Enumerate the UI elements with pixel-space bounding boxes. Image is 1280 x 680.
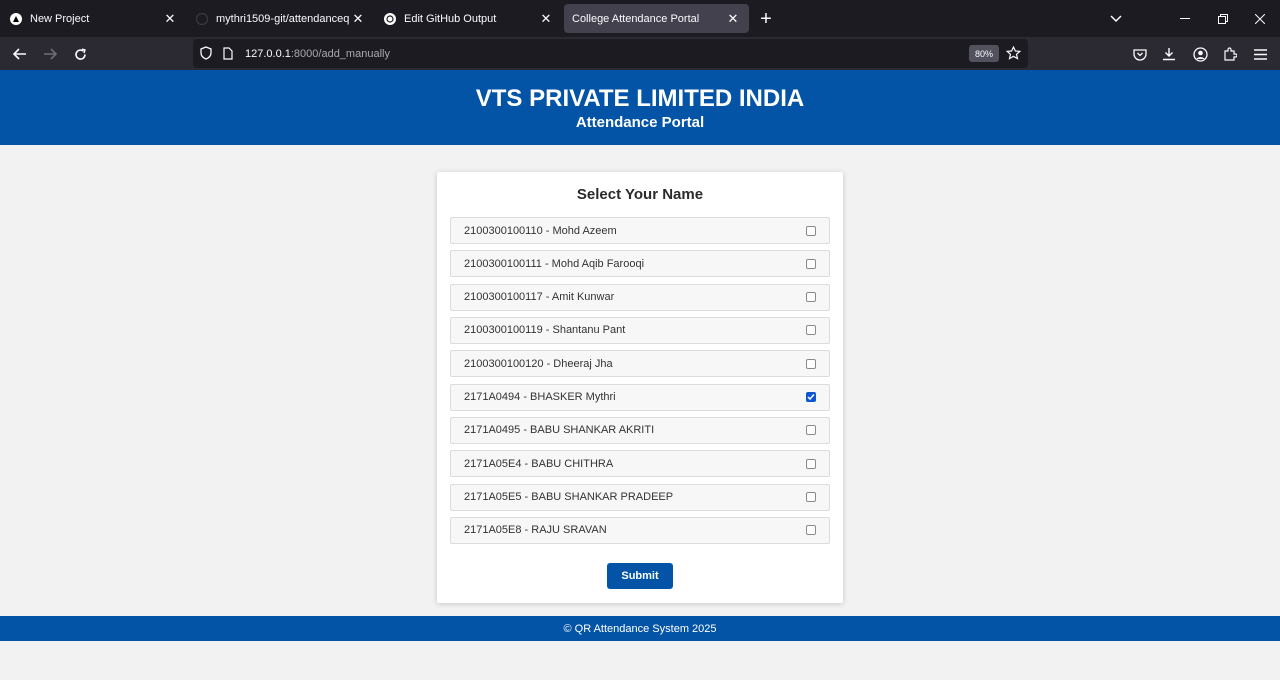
tab-title: New Project (30, 12, 90, 25)
student-list: 2100300100110 - Mohd Azeem 2100300100111… (450, 217, 830, 550)
attendance-form-card: Select Your Name 2100300100110 - Mohd Az… (437, 172, 843, 603)
site-footer: © QR Attendance System 2025 (0, 616, 1280, 641)
shield-icon[interactable] (200, 46, 212, 65)
close-icon[interactable]: ✕ (162, 11, 178, 27)
downloads-icon[interactable] (1155, 40, 1183, 68)
triangle-icon (10, 12, 22, 25)
student-row[interactable]: 2100300100111 - Mohd Aqib Farooqi (450, 250, 830, 278)
url-host: 127.0.0.1 (245, 47, 291, 60)
site-title: VTS PRIVATE LIMITED INDIA (475, 85, 805, 112)
pocket-icon[interactable] (1126, 40, 1154, 68)
student-label: 2171A05E8 - RAJU SRAVAN (464, 524, 607, 537)
student-label: 2100300100120 - Dheeraj Jha (464, 357, 613, 370)
student-label: 2171A0495 - BABU SHANKAR AKRITI (464, 424, 655, 437)
student-row[interactable]: 2171A05E4 - BABU CHITHRA (450, 450, 830, 478)
account-icon[interactable] (1186, 40, 1214, 68)
list-all-tabs-icon[interactable] (1098, 0, 1134, 37)
extensions-icon[interactable] (1216, 40, 1244, 68)
student-label: 2171A05E4 - BABU CHITHRA (464, 457, 614, 470)
student-label: 2100300100111 - Mohd Aqib Farooqi (464, 257, 645, 270)
student-row[interactable]: 2171A0494 - BHASKER Mythri (450, 383, 830, 411)
browser-tab-bar: New Project ✕ mythri1509-git/attendanceq… (0, 0, 1280, 37)
url-bar[interactable]: 127.0.0.1:8000/add_manually 80% (193, 39, 1028, 68)
github-icon (196, 12, 208, 25)
tab-title: mythri1509-git/attendanceqr (216, 12, 350, 25)
student-checkbox[interactable] (806, 358, 816, 369)
student-checkbox[interactable] (806, 392, 816, 403)
student-row[interactable]: 2171A05E8 - RAJU SRAVAN (450, 516, 830, 544)
back-arrow-icon[interactable] (6, 40, 34, 68)
tab-title: Edit GitHub Output (404, 12, 497, 25)
student-row[interactable]: 2100300100120 - Dheeraj Jha (450, 350, 830, 378)
submit-button[interactable]: Submit (607, 563, 673, 589)
student-row[interactable]: 2100300100117 - Amit Kunwar (450, 283, 830, 311)
url-path: :8000/add_manually (290, 47, 390, 60)
student-checkbox[interactable] (806, 458, 816, 469)
close-icon[interactable]: ✕ (538, 11, 554, 27)
close-icon[interactable]: ✕ (350, 11, 366, 27)
minimize-icon[interactable] (1167, 0, 1203, 37)
tab-github-repo[interactable]: mythri1509-git/attendanceqr ✕ (188, 4, 374, 33)
student-row[interactable]: 2171A05E5 - BABU SHANKAR PRADEEP (450, 483, 830, 511)
new-tab-button[interactable]: + (752, 5, 780, 33)
browser-nav-bar: 127.0.0.1:8000/add_manually 80% (0, 37, 1280, 70)
student-checkbox[interactable] (806, 492, 816, 503)
zoom-level-badge[interactable]: 80% (969, 45, 999, 62)
student-label: 2171A05E5 - BABU SHANKAR PRADEEP (464, 491, 674, 504)
student-label: 2100300100119 - Shantanu Pant (464, 324, 626, 337)
student-label: 2100300100110 - Mohd Azeem (464, 224, 617, 237)
tab-edit-github-output[interactable]: Edit GitHub Output ✕ (376, 4, 562, 33)
student-label: 2100300100117 - Amit Kunwar (464, 291, 615, 304)
student-row[interactable]: 2171A0495 - BABU SHANKAR AKRITI (450, 416, 830, 444)
student-label: 2171A0494 - BHASKER Mythri (464, 391, 616, 404)
site-subtitle: Attendance Portal (575, 114, 705, 131)
bookmark-star-icon[interactable] (1005, 45, 1022, 65)
student-checkbox[interactable] (806, 525, 816, 536)
site-header: VTS PRIVATE LIMITED INDIA Attendance Por… (0, 70, 1280, 145)
tab-new-project[interactable]: New Project ✕ (2, 4, 186, 33)
footer-text: © QR Attendance System 2025 (563, 622, 717, 635)
hamburger-menu-icon[interactable] (1246, 40, 1274, 68)
forward-arrow-icon[interactable] (36, 40, 64, 68)
student-checkbox[interactable] (806, 325, 816, 336)
tab-title: College Attendance Portal (572, 12, 700, 25)
student-row[interactable]: 2100300100110 - Mohd Azeem (450, 217, 830, 244)
student-checkbox[interactable] (806, 258, 816, 269)
form-title: Select Your Name (576, 186, 704, 203)
reload-icon[interactable] (66, 40, 94, 68)
student-checkbox[interactable] (806, 425, 816, 436)
student-row[interactable]: 2100300100119 - Shantanu Pant (450, 316, 830, 344)
restore-icon[interactable] (1205, 0, 1241, 37)
student-checkbox[interactable] (806, 225, 816, 236)
window-close-icon[interactable] (1242, 0, 1278, 37)
tab-college-attendance-portal[interactable]: College Attendance Portal ✕ (564, 4, 749, 33)
close-icon[interactable]: ✕ (725, 11, 741, 27)
page-icon[interactable] (223, 47, 233, 65)
openai-icon (384, 12, 396, 25)
url-text: 127.0.0.1:8000/add_manually (245, 48, 390, 60)
student-checkbox[interactable] (806, 292, 816, 303)
